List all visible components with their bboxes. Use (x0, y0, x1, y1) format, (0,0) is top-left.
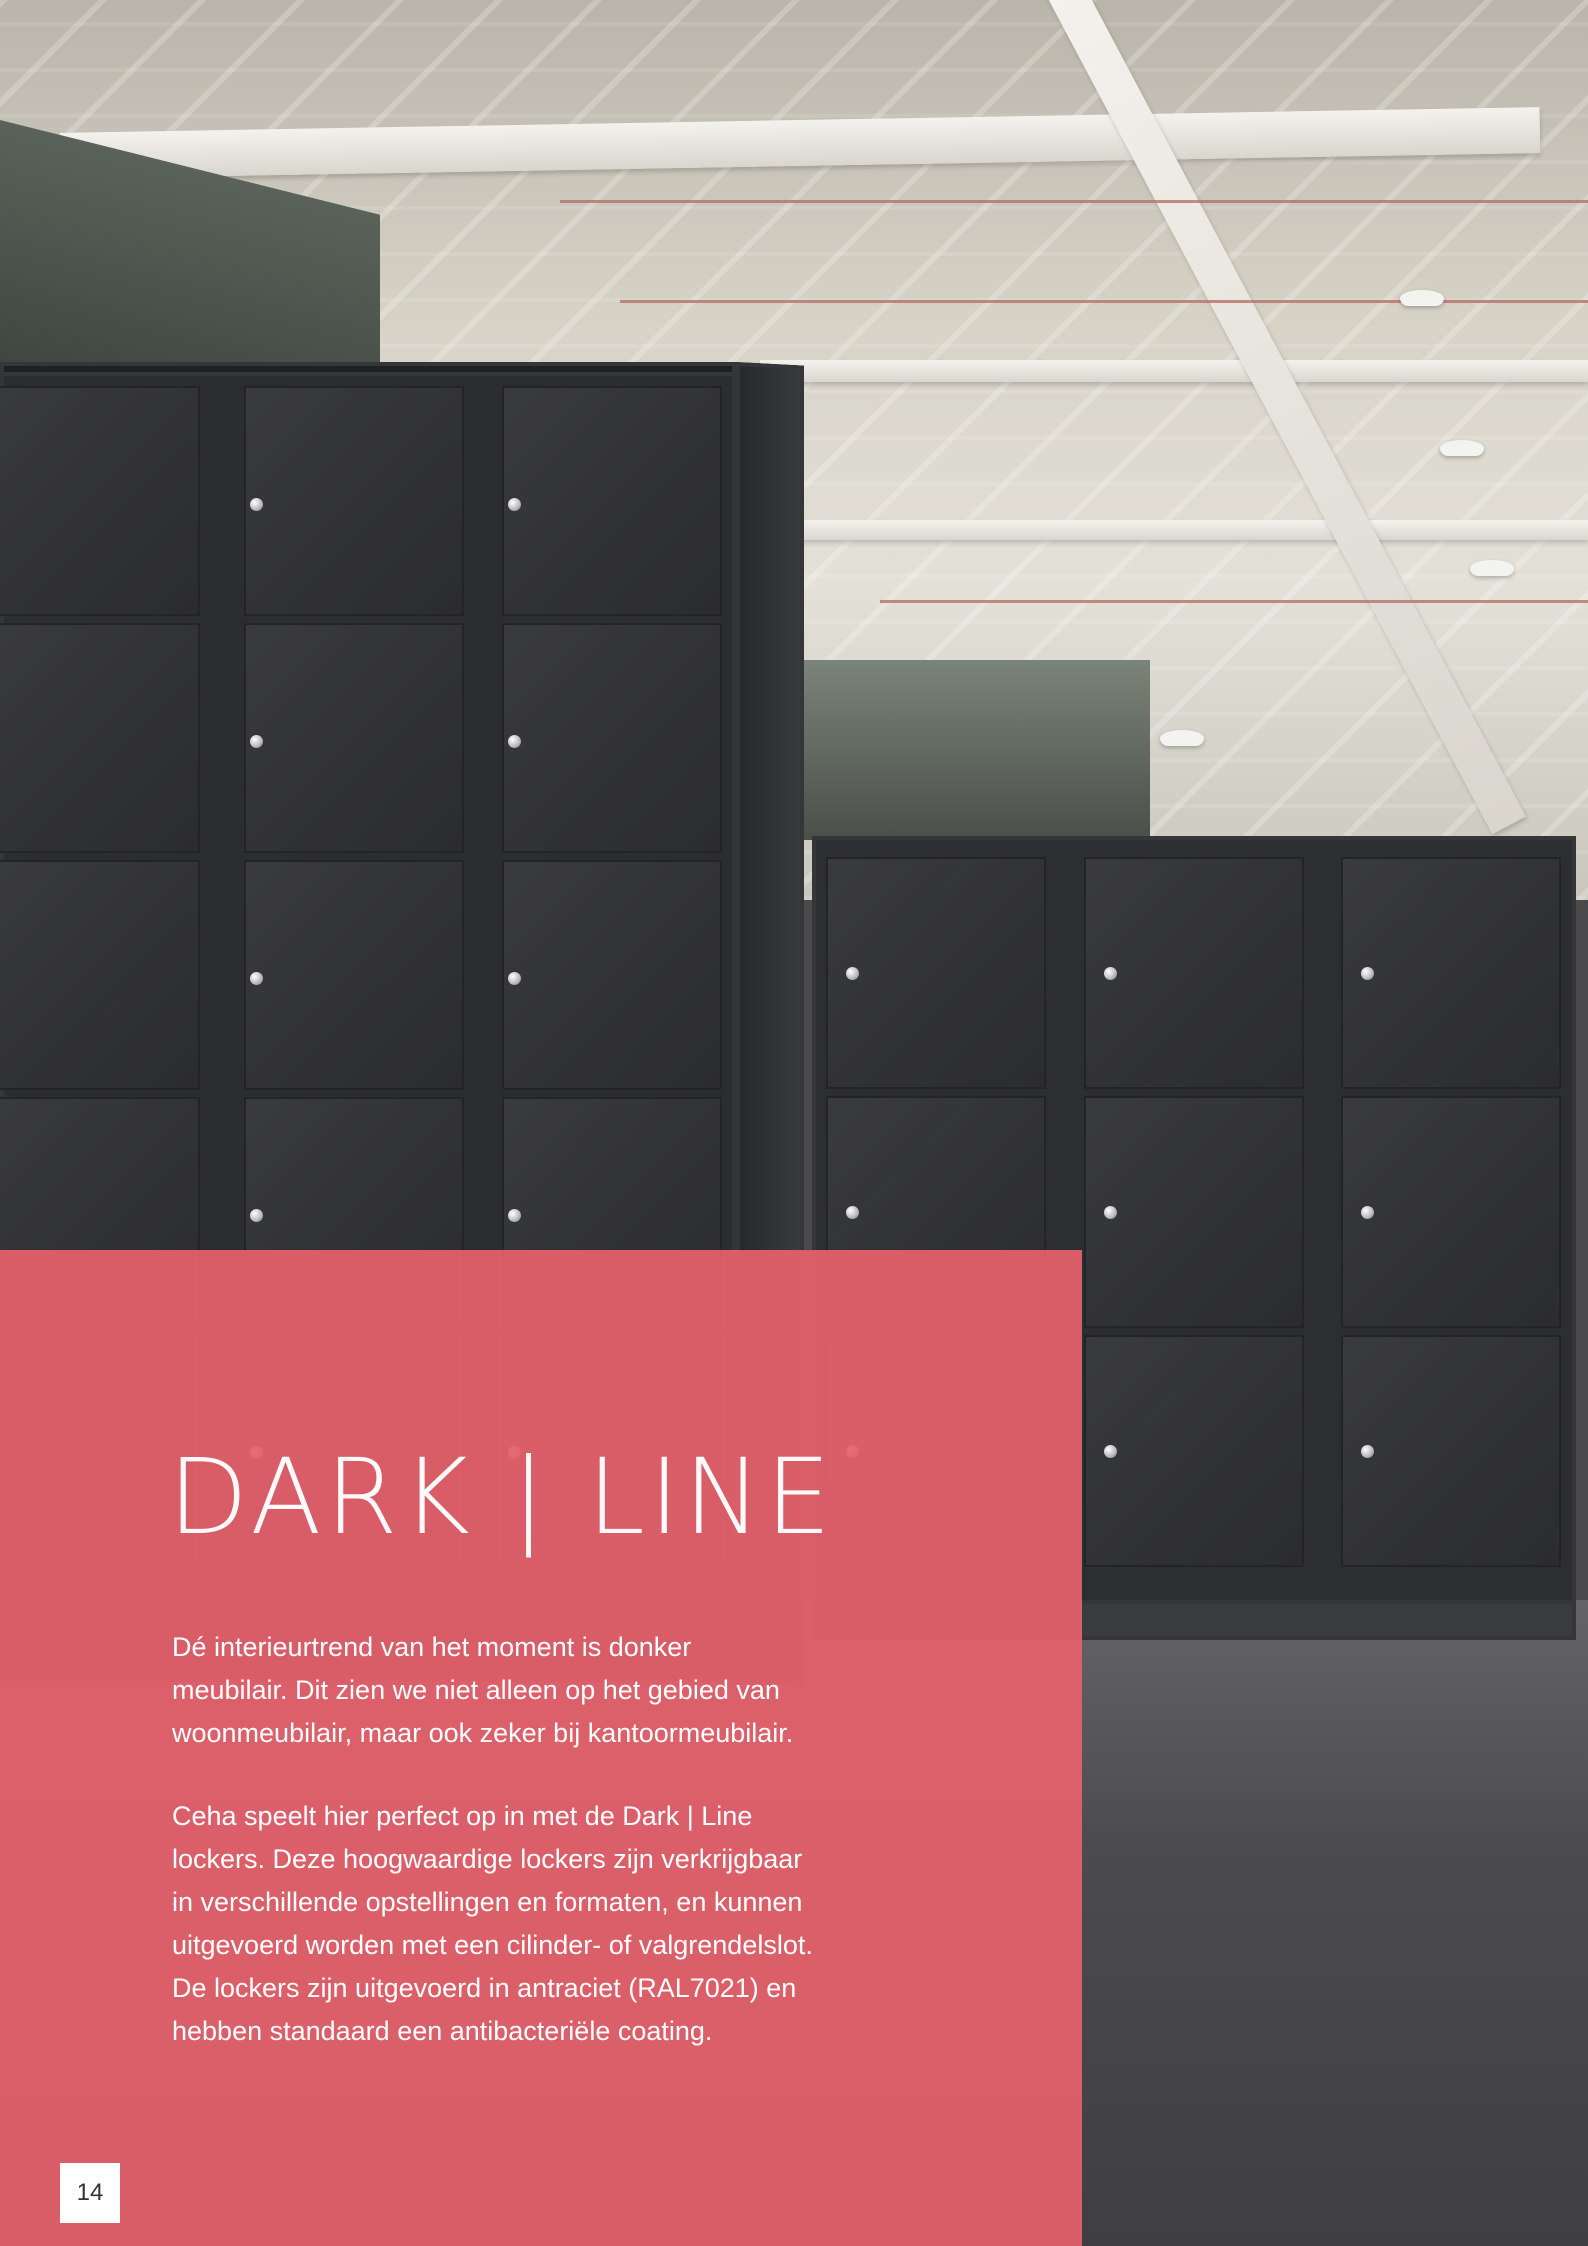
lock-icon (250, 498, 263, 511)
ceiling-beam (700, 520, 1588, 540)
locker-door (502, 386, 722, 616)
locker-door (826, 857, 1046, 1089)
ceiling-pipe (560, 200, 1588, 203)
locker-door (0, 860, 200, 1090)
locker-door (1084, 1096, 1304, 1328)
lock-icon (1361, 1445, 1374, 1458)
locker-door (502, 860, 722, 1090)
lock-icon (508, 735, 521, 748)
lock-icon (1104, 1206, 1117, 1219)
tall-locker-top (0, 362, 736, 376)
ceiling-pipe (880, 600, 1588, 603)
ceiling-beam (760, 360, 1588, 382)
ceiling-lamp (1160, 730, 1204, 746)
locker-door (1341, 1335, 1561, 1567)
locker-door (0, 386, 200, 616)
lock-icon (508, 498, 521, 511)
description-paragraph: Ceha speelt hier perfect op in met de Da… (172, 1801, 813, 2046)
locker-door (1341, 1096, 1561, 1328)
ceiling-lamp (1440, 440, 1484, 456)
lock-icon (846, 1206, 859, 1219)
lock-icon (1104, 1445, 1117, 1458)
locker-door (0, 623, 200, 853)
lock-icon (1361, 1206, 1374, 1219)
lock-icon (846, 967, 859, 980)
lock-icon (508, 1209, 521, 1222)
lock-icon (508, 972, 521, 985)
intro-paragraph: Dé interieurtrend van het moment is donk… (172, 1632, 794, 1748)
locker-door (1341, 857, 1561, 1089)
lock-icon (1361, 967, 1374, 980)
lock-icon (250, 735, 263, 748)
back-wall (790, 660, 1150, 840)
locker-door (502, 623, 722, 853)
locker-door (1084, 1335, 1304, 1567)
lock-icon (250, 1209, 263, 1222)
ceiling-lamp (1400, 290, 1444, 306)
page-number: 14 (60, 2163, 120, 2223)
page-title: DARK | LINE (168, 1436, 836, 1558)
locker-door (244, 860, 464, 1090)
lock-icon (250, 972, 263, 985)
locker-door (244, 386, 464, 616)
ceiling-lamp (1470, 560, 1514, 576)
locker-door (244, 623, 464, 853)
locker-door (1084, 857, 1304, 1089)
lock-icon (1104, 967, 1117, 980)
